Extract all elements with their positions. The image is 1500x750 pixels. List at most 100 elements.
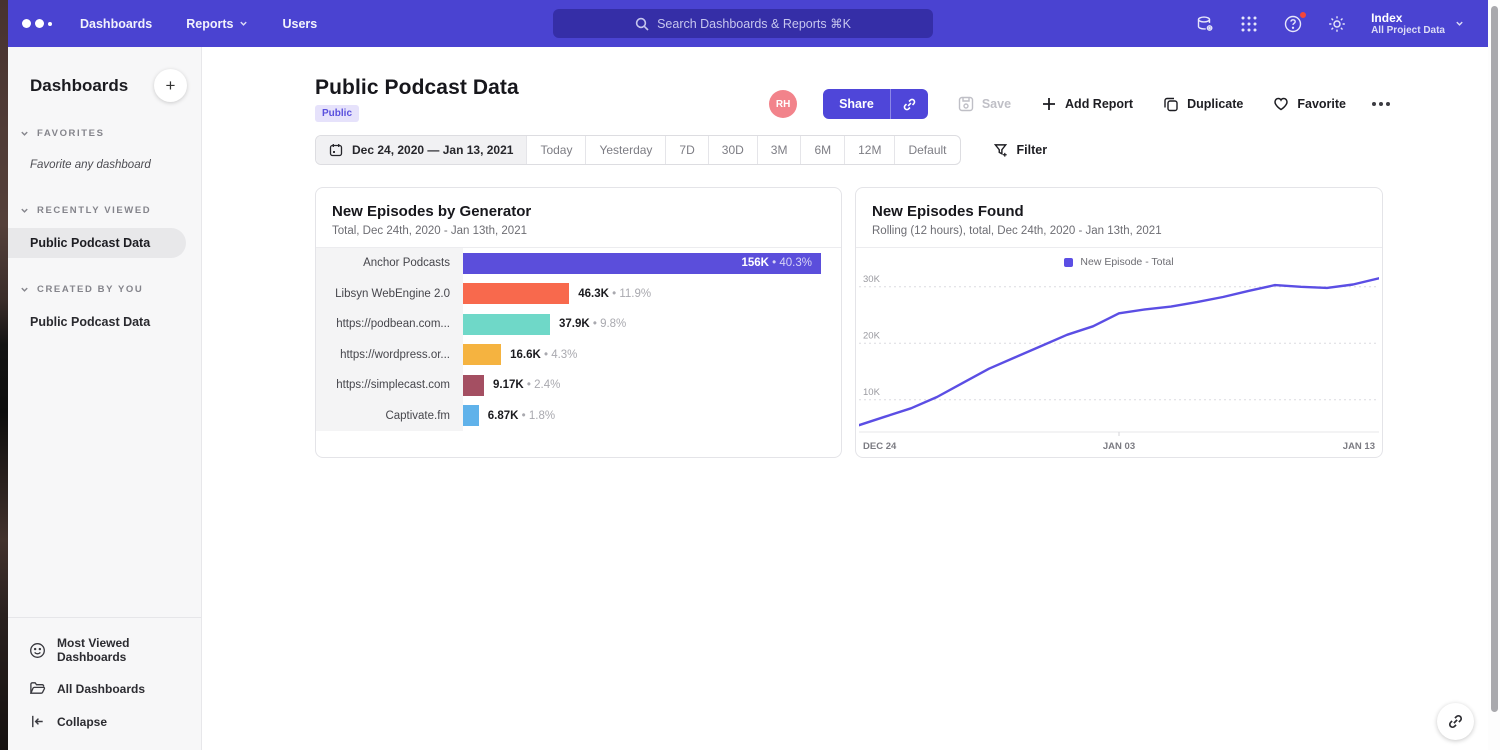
add-dashboard-button[interactable]: + [154,69,187,102]
save-button[interactable]: Save [958,96,1011,112]
page-title: Public Podcast Data [315,76,519,100]
bar-chart-title: New Episodes by Generator [332,203,825,220]
scrollbar-track[interactable] [1488,0,1500,750]
nav-right-cluster: Index All Project Data [1195,0,1464,47]
bar-category-label: Captivate.fm [316,401,463,432]
filter-row: Dec 24, 2020 — Jan 13, 2021 TodayYesterd… [315,135,1047,165]
line-chart-svg: 10K20K30KDEC 24JAN 03JAN 13 [859,272,1379,460]
sidebar: Dashboards + FAVORITES Favorite any dashb… [8,47,202,750]
line-chart-subtitle: Rolling (12 hours), total, Dec 24th, 202… [872,225,1366,237]
bar-percent: • 1.8% [518,410,555,422]
date-preset-6m[interactable]: 6M [801,136,845,164]
bar-chart-body: Anchor Podcasts156K • 40.3%Libsyn WebEng… [316,248,841,431]
share-link-button[interactable] [890,89,928,119]
sidebar-section: FAVORITES Favorite any dashboard [8,128,201,179]
desktop-edge-strip [0,0,8,750]
public-badge: Public [315,105,359,122]
duplicate-button[interactable]: Duplicate [1163,96,1243,112]
bar-value: 46.3K [578,288,609,300]
smiley-icon [29,642,46,659]
date-preset-12m[interactable]: 12M [845,136,895,164]
floating-link-button[interactable] [1437,703,1474,740]
bar-percent: • 9.8% [590,318,627,330]
date-preset-3m[interactable]: 3M [758,136,802,164]
date-preset-30d[interactable]: 30D [709,136,758,164]
filter-button[interactable]: Filter [994,143,1048,158]
sidebar-section-header[interactable]: FAVORITES [8,128,201,139]
notification-badge [1299,11,1307,19]
date-preset-7d[interactable]: 7D [666,136,708,164]
sidebar-footer-most-viewed-dashboards[interactable]: Most Viewed Dashboards [8,628,201,672]
bar-row: Captivate.fm6.87K • 1.8% [316,401,841,432]
bar-category-label: https://wordpress.or... [316,340,463,371]
bar-percent: • 40.3% [769,257,812,269]
bar-row: https://simplecast.com9.17K • 2.4% [316,370,841,401]
share-button[interactable]: Share [823,89,890,119]
bar-chart-card: New Episodes by Generator Total, Dec 24t… [315,187,842,458]
link-icon [1447,713,1464,730]
project-name: Index [1371,11,1445,25]
sidebar-item[interactable]: Favorite any dashboard [8,151,201,179]
avatar[interactable]: RH [769,90,797,118]
nav-item-reports[interactable]: Reports [186,17,248,31]
bar-segment[interactable] [463,314,550,335]
calendar-icon [329,143,343,157]
bar-segment[interactable] [463,283,569,304]
date-preset-yesterday[interactable]: Yesterday [586,136,666,164]
chevron-down-icon [239,19,248,28]
sidebar-sections: FAVORITES Favorite any dashboard RECENTLY … [8,128,201,337]
sidebar-section: CREATED BY YOU Public Podcast Data [8,284,201,337]
sidebar-footer-all-dashboards[interactable]: All Dashboards [8,672,201,705]
bar-row: Anchor Podcasts156K • 40.3% [316,248,841,279]
bar-segment[interactable] [463,344,501,365]
favorite-button[interactable]: Favorite [1273,96,1346,112]
scrollbar-thumb[interactable] [1491,6,1498,712]
bar-category-label: https://simplecast.com [316,370,463,401]
settings-gear-icon[interactable] [1327,14,1347,34]
add-report-button[interactable]: Add Report [1041,96,1133,112]
apps-grid-icon[interactable] [1239,14,1259,34]
bar-percent: • 2.4% [524,379,561,391]
nav-item-dashboards[interactable]: Dashboards [80,17,152,31]
heart-icon [1273,96,1289,112]
sidebar-section-header[interactable]: RECENTLY VIEWED [8,205,201,216]
search-input[interactable]: Search Dashboards & Reports ⌘K [553,9,933,38]
data-sources-icon[interactable] [1195,14,1215,34]
bar-row: https://podbean.com...37.9K • 9.8% [316,309,841,340]
chevron-down-icon [20,285,29,294]
bar-track: 16.6K • 4.3% [463,340,841,371]
line-chart-card: New Episodes Found Rolling (12 hours), t… [855,187,1383,458]
bar-value-label: 46.3K • 11.9% [578,288,651,300]
app-logo-icon[interactable] [22,19,52,28]
project-switcher[interactable]: Index All Project Data [1371,11,1464,37]
bar-percent: • 11.9% [609,288,651,300]
date-preset-today[interactable]: Today [527,136,586,164]
sidebar-title: Dashboards [30,76,128,96]
nav-item-users[interactable]: Users [282,17,317,31]
date-range-picker[interactable]: Dec 24, 2020 — Jan 13, 2021 [316,136,527,164]
date-range-control: Dec 24, 2020 — Jan 13, 2021 TodayYesterd… [315,135,961,165]
bar-category-label: Libsyn WebEngine 2.0 [316,279,463,310]
bar-segment[interactable] [463,405,479,426]
bar-value: 16.6K [510,349,541,361]
folder-icon [29,680,46,697]
project-subtitle: All Project Data [1371,25,1445,37]
sidebar-footer-collapse[interactable]: Collapse [8,705,201,738]
bar-percent: • 4.3% [541,349,578,361]
bar-segment[interactable] [463,375,484,396]
line-series[interactable] [859,278,1379,425]
bar-segment[interactable]: 156K • 40.3% [463,253,821,274]
more-options-icon[interactable] [1372,102,1390,106]
bar-value: 156K [741,257,769,269]
main-content: Public Podcast Data Public RH Share [202,47,1488,750]
sidebar-item[interactable]: Public Podcast Data [8,228,186,258]
sidebar-section-header[interactable]: CREATED BY YOU [8,284,201,295]
date-preset-default[interactable]: Default [895,136,959,164]
sidebar-section-label: CREATED BY YOU [37,284,143,295]
link-icon [902,97,917,112]
sidebar-item[interactable]: Public Podcast Data [8,307,201,337]
bar-chart-header: New Episodes by Generator Total, Dec 24t… [316,188,841,248]
help-icon[interactable] [1283,14,1303,34]
plus-icon [1041,96,1057,112]
bar-track: 6.87K • 1.8% [463,401,841,432]
